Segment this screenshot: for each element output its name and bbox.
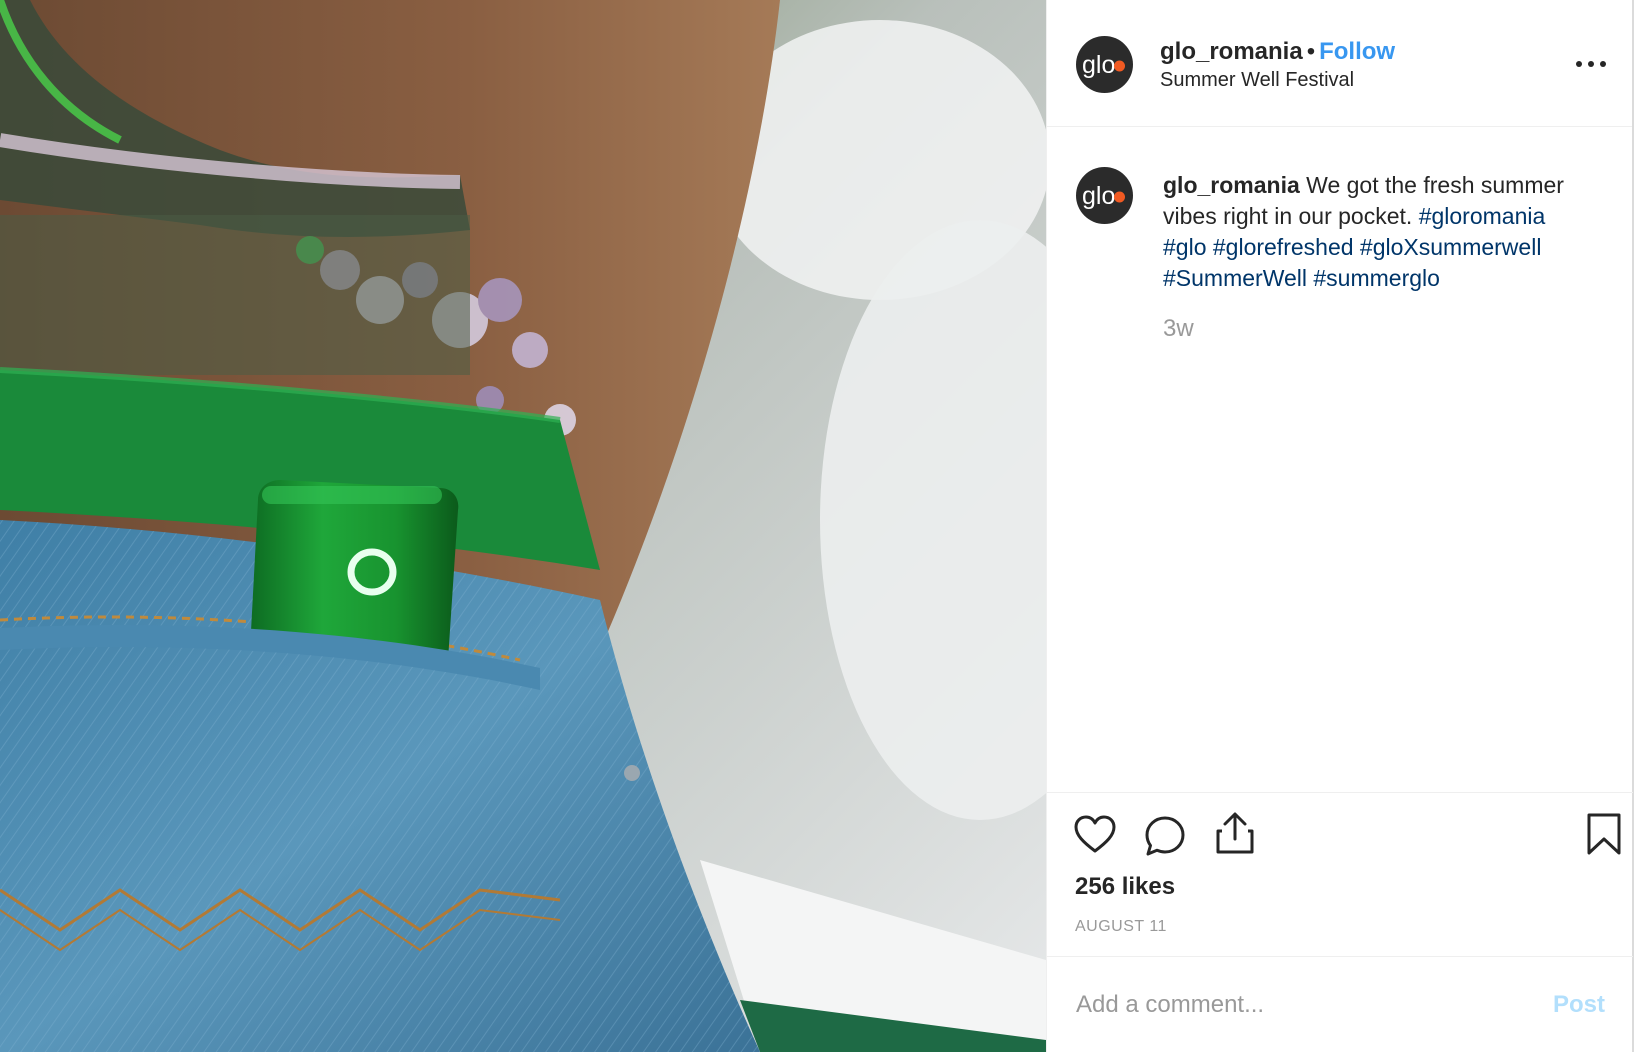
more-dot bbox=[1576, 61, 1582, 67]
heart-icon[interactable] bbox=[1074, 815, 1116, 855]
likes-count[interactable]: 256 likes bbox=[1075, 873, 1175, 901]
glo-logo: glo bbox=[1082, 182, 1125, 210]
post-date[interactable]: AUGUST 11 bbox=[1075, 918, 1167, 936]
glo-logo: glo bbox=[1082, 51, 1125, 79]
hashtag-link[interactable]: #SummerWell bbox=[1163, 265, 1307, 291]
location-link[interactable]: Summer Well Festival bbox=[1160, 68, 1395, 92]
post-comment-button[interactable]: Post bbox=[1553, 991, 1605, 1019]
comment-bar: Post bbox=[1047, 956, 1633, 1052]
glo-logo-dot bbox=[1114, 191, 1125, 203]
photo-illustration bbox=[0, 0, 1046, 1052]
action-bar: 256 likes AUGUST 11 bbox=[1047, 792, 1633, 957]
caption-avatar[interactable]: glo bbox=[1076, 167, 1133, 224]
post-photo[interactable] bbox=[0, 0, 1046, 1052]
share-icon[interactable] bbox=[1214, 811, 1256, 855]
glo-logo-dot bbox=[1114, 60, 1125, 72]
header-text: glo_romania • Follow Summer Well Festival bbox=[1160, 38, 1395, 92]
hashtag-link[interactable]: #glorefreshed bbox=[1213, 234, 1354, 260]
follow-button[interactable]: Follow bbox=[1319, 38, 1395, 65]
avatar[interactable]: glo bbox=[1076, 36, 1133, 93]
header-separator: • bbox=[1306, 38, 1316, 65]
header-username-link[interactable]: glo_romania bbox=[1160, 38, 1303, 65]
hashtag-link[interactable]: #gloXsummerwell bbox=[1360, 234, 1542, 260]
more-options-icon[interactable] bbox=[1576, 58, 1606, 70]
glo-logo-text: glo bbox=[1082, 182, 1115, 210]
more-dot bbox=[1600, 61, 1606, 67]
comment-input[interactable] bbox=[1074, 987, 1498, 1023]
post-header: glo glo_romania • Follow Summer Well Festi… bbox=[1047, 0, 1632, 127]
caption-text: glo_romania We got the fresh summer vibe… bbox=[1163, 170, 1583, 294]
header-title-line: glo_romania • Follow bbox=[1160, 38, 1395, 66]
post-age-timestamp[interactable]: 3w bbox=[1163, 315, 1194, 343]
post-side-panel: glo glo_romania • Follow Summer Well Festi… bbox=[1046, 0, 1634, 1052]
caption-username-link[interactable]: glo_romania bbox=[1163, 172, 1300, 198]
instagram-post: glo glo_romania • Follow Summer Well Festi… bbox=[0, 0, 1634, 1052]
bookmark-icon[interactable] bbox=[1586, 813, 1622, 855]
hashtag-link[interactable]: #summerglo bbox=[1313, 265, 1440, 291]
comment-icon[interactable] bbox=[1144, 815, 1186, 857]
hashtag-link[interactable]: #gloromania bbox=[1419, 203, 1546, 229]
caption-section: glo glo_romania We got the fresh summer … bbox=[1047, 127, 1632, 792]
glo-logo-text: glo bbox=[1082, 51, 1115, 79]
hashtag-link[interactable]: #glo bbox=[1163, 234, 1206, 260]
more-dot bbox=[1588, 61, 1594, 67]
